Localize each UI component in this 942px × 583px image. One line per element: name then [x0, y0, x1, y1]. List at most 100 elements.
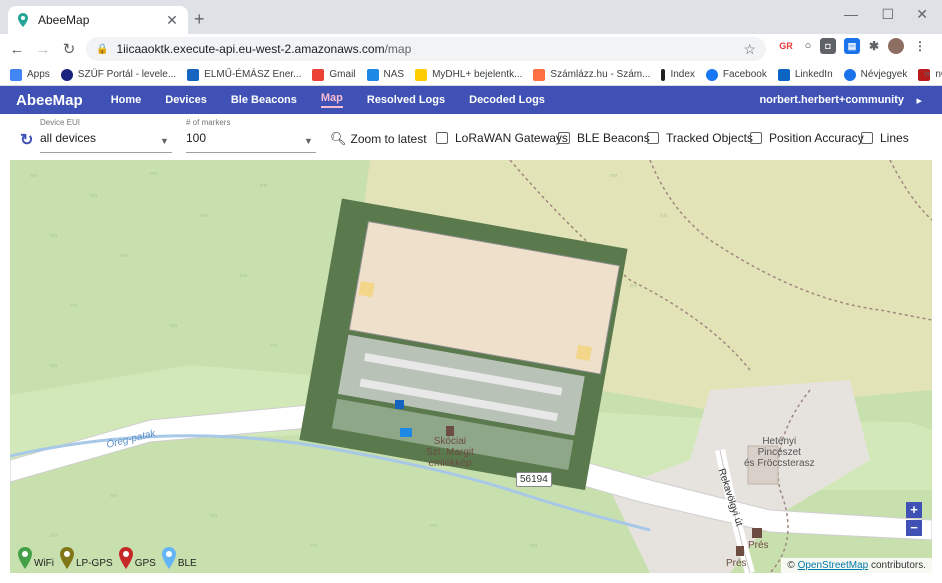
bookmark-icon	[533, 68, 546, 81]
back-icon[interactable]: ←	[4, 41, 30, 58]
close-tab-icon[interactable]: ✕	[164, 12, 180, 29]
avatar[interactable]	[888, 38, 904, 54]
svg-text:ᵒᵒ: ᵒᵒ	[120, 253, 128, 263]
close-window-icon[interactable]: ✕	[916, 6, 928, 23]
bookmark-star-icon[interactable]: ☆	[743, 41, 756, 58]
bookmark-item[interactable]: Számlázz.hu - Szám...	[533, 68, 650, 81]
bookmark-item[interactable]: SZÜF Portál - levele...	[60, 68, 176, 81]
device-eui-select[interactable]: Device EUI all devices ▼	[40, 118, 172, 153]
nav-devices[interactable]: Devices	[165, 94, 207, 106]
extension-icon[interactable]: GR	[778, 38, 794, 54]
checkbox-lorawan-gateways[interactable]: LoRaWAN Gateways	[436, 131, 568, 145]
bookmark-item[interactable]: Névjegyek	[843, 68, 907, 81]
zoom-to-latest-button[interactable]: 🔍︎ Zoom to latest	[330, 131, 427, 147]
map-pin-icon	[161, 547, 176, 569]
checkbox-box[interactable]	[558, 132, 570, 144]
osm-link[interactable]: OpenStreetMap	[798, 560, 869, 571]
checkbox-box[interactable]	[750, 132, 762, 144]
bookmark-item[interactable]: NAS	[366, 68, 404, 81]
winery-label: Hetényi Pincészet és Fröccsterasz	[744, 436, 815, 469]
bookmark-item[interactable]: ELMŰ-ÉMÁSZ Ener...	[187, 68, 301, 81]
chevron-down-icon: ▼	[304, 136, 313, 146]
browser-tab[interactable]: AbeeMap ✕	[8, 6, 188, 34]
extension-icon[interactable]: ▤	[844, 38, 860, 54]
zoom-control: + −	[906, 502, 922, 538]
bookmark-item[interactable]: Gmail	[312, 68, 356, 81]
checkbox-box[interactable]	[861, 132, 873, 144]
app-brand[interactable]: AbeeMap	[16, 92, 83, 109]
map-canvas[interactable]: ᵒᵒ ᵒᵒ ᵒᵒ ᵒᵒ ᵒᵒ ᵒᵒ ᵒᵒ ᵒᵒ ᵒᵒ ᵒᵒ ᵒᵒ ᵒᵒ ᵒᵒ ᵒᵒ ᵒᵒ ᵒᵒ ᵒᵒ ᵒ…	[10, 160, 932, 573]
lock-icon: 🔒	[96, 43, 109, 55]
address-bar[interactable]: 🔒 1iicaaoktk.execute-api.eu-west-2.amazo…	[86, 37, 766, 61]
maximize-icon[interactable]: ☐	[881, 6, 894, 23]
reload-icon[interactable]: ↻	[56, 40, 82, 58]
nav-home[interactable]: Home	[111, 94, 142, 106]
map-pin-icon	[60, 547, 74, 569]
nav-ble-beacons[interactable]: Ble Beacons	[231, 94, 297, 106]
svg-text:ᵒᵒ: ᵒᵒ	[30, 173, 38, 183]
road-number-label: 56194	[516, 472, 552, 487]
nav-resolved-logs[interactable]: Resolved Logs	[367, 94, 445, 106]
apps-icon	[10, 68, 22, 81]
zoom-in-button[interactable]: +	[906, 502, 922, 518]
svg-text:ᵒᵒ: ᵒᵒ	[170, 323, 178, 333]
bookmarks-more-button[interactable]: »	[924, 68, 930, 80]
checkbox-box[interactable]	[436, 132, 448, 144]
user-menu[interactable]: norbert.herbert+community	[759, 94, 904, 106]
chevron-down-icon: ▼	[160, 136, 169, 146]
markers-count-label: # of markers	[186, 118, 231, 127]
bookmarks-bar: Apps SZÜF Portál - levele... ELMŰ-ÉMÁSZ …	[0, 64, 942, 86]
svg-text:ᵒᵒ: ᵒᵒ	[150, 171, 158, 181]
filter-bar: ↻ Device EUI all devices ▼ # of markers …	[0, 114, 942, 160]
zoom-out-button[interactable]: −	[906, 520, 922, 536]
svg-text:ᵒᵒ: ᵒᵒ	[50, 363, 58, 373]
extension-icon[interactable]: ○	[800, 38, 816, 54]
nav-map[interactable]: Map	[320, 92, 343, 108]
nav-decoded-logs[interactable]: Decoded Logs	[469, 94, 545, 106]
svg-text:ᵒᵒ: ᵒᵒ	[270, 343, 278, 353]
puzzle-icon[interactable]: ✱	[866, 38, 882, 54]
legend-item-gps: GPS	[118, 547, 156, 569]
facebook-icon	[705, 68, 718, 81]
svg-text:ᵒᵒ: ᵒᵒ	[50, 233, 58, 243]
markers-count-select[interactable]: # of markers 100 ▼	[186, 118, 316, 153]
bookmark-item[interactable]: nCore	[918, 68, 942, 81]
svg-text:ᵒᵒ: ᵒᵒ	[530, 543, 538, 553]
legend-item-lp-gps: LP-GPS	[60, 547, 113, 569]
svg-text:ᵒᵒ: ᵒᵒ	[50, 533, 58, 543]
bookmark-icon	[60, 68, 73, 81]
browser-tabstrip: AbeeMap ✕ + — ☐ ✕	[0, 0, 942, 34]
minimize-icon[interactable]: —	[844, 6, 858, 22]
zoom-icon: 🔍︎	[330, 131, 347, 146]
bookmark-item[interactable]: Apps	[10, 68, 50, 81]
select-underline	[186, 152, 316, 153]
url-text: 1iicaaoktk.execute-api.eu-west-2.amazona…	[116, 42, 412, 56]
checkbox-tracked-objects[interactable]: Tracked Objects	[647, 131, 753, 145]
svg-text:ᵒᵒ: ᵒᵒ	[90, 193, 98, 203]
refresh-icon[interactable]: ↻	[20, 130, 33, 150]
forward-icon[interactable]: →	[30, 41, 56, 58]
tab-title: AbeeMap	[38, 13, 90, 27]
press-label: Prés	[748, 540, 769, 551]
checkbox-lines[interactable]: Lines	[861, 131, 909, 145]
new-tab-icon[interactable]: +	[194, 9, 205, 30]
legend-item-ble: BLE	[161, 547, 197, 569]
checkbox-ble-beacons[interactable]: BLE Beacons	[558, 131, 650, 145]
marker-legend: WiFi LP-GPS GPS BLE	[18, 547, 203, 569]
bookmark-item[interactable]: Index	[661, 68, 695, 81]
markers-count-value: 100	[186, 131, 207, 145]
select-underline	[40, 152, 172, 153]
svg-text:ᵒᵒ: ᵒᵒ	[310, 543, 318, 553]
extension-icon[interactable]: ◘	[820, 38, 836, 54]
checkbox-box[interactable]	[647, 132, 659, 144]
bookmark-icon	[187, 68, 200, 81]
bookmark-icon	[661, 68, 666, 81]
chevron-right-icon[interactable]: ▸	[916, 94, 922, 107]
bookmark-item[interactable]: MyDHL+ bejelentk...	[415, 68, 522, 81]
menu-icon[interactable]: ⋮	[912, 38, 928, 54]
bookmark-item[interactable]: Facebook	[705, 68, 767, 81]
checkbox-position-accuracy[interactable]: Position Accuracy	[750, 131, 864, 145]
gmail-icon	[312, 68, 325, 81]
bookmark-item[interactable]: LinkedIn	[777, 68, 833, 81]
app-navbar: AbeeMap Home Devices Ble Beacons Map Res…	[0, 86, 942, 114]
